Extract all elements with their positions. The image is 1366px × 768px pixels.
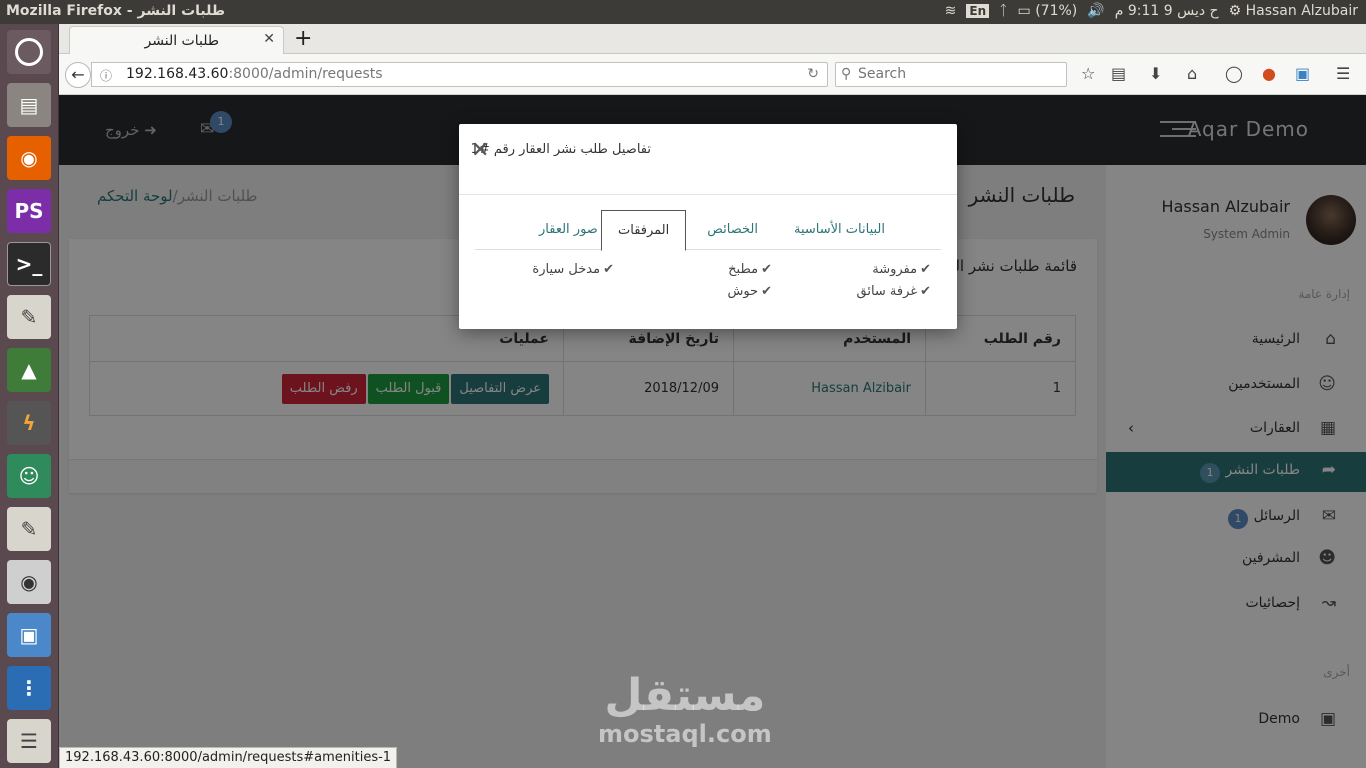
files-icon[interactable]: ▤ (7, 83, 51, 127)
new-tab-icon[interactable]: + (294, 26, 312, 51)
gear-icon: ⚙ (1228, 3, 1242, 19)
amenity-item: حوش ✔ (727, 284, 772, 299)
modal-tabs: البيانات الأساسية الخصائص المرفقات صور ا… (475, 210, 941, 251)
modal-divider (459, 194, 957, 195)
game-icon[interactable]: ☺ (7, 454, 51, 498)
home-icon[interactable]: ⌂ (1187, 64, 1197, 83)
check-icon: ✔ (761, 262, 772, 277)
ubuntu-dash-icon[interactable] (7, 30, 51, 74)
close-icon[interactable]: ✕ (471, 138, 489, 163)
flash-icon[interactable]: ϟ (7, 401, 51, 445)
android-studio-icon[interactable]: ▲ (7, 348, 51, 392)
os-top-panel: Mozilla Firefox - طلبات النشر ≋ En ᛏ ▭ (… (0, 0, 1366, 24)
browser-tab[interactable]: طلبات النشر ✕ (69, 26, 284, 54)
back-arrow-icon[interactable]: ← (65, 62, 91, 88)
check-icon: ✔ (761, 284, 772, 299)
reading-list-icon[interactable]: ▤ (1111, 64, 1126, 83)
tab-features[interactable]: الخصائص (691, 210, 774, 250)
text-editor-icon[interactable]: ✎ (7, 295, 51, 339)
volume-icon[interactable]: 🔊 (1087, 3, 1104, 19)
search-bar[interactable]: ⚲ (835, 62, 1067, 87)
browser-navigation-bar: ← ⓘ 192.168.43.60:8000/admin/requests ↻ … (59, 54, 1366, 95)
status-bar-url: 192.168.43.60:8000/admin/requests#amenit… (59, 747, 398, 768)
virtualbox-icon[interactable]: ▣ (7, 613, 51, 657)
site-info-icon[interactable]: ⓘ (100, 67, 112, 84)
url-text: 192.168.43.60:8000/admin/requests (126, 66, 383, 82)
wifi-icon[interactable]: ≋ (945, 3, 957, 19)
firefox-icon[interactable]: ◉ (7, 136, 51, 180)
battery-icon: ▭ (1017, 3, 1031, 19)
vscode-icon[interactable]: ⋮ (7, 666, 51, 710)
stack-icon[interactable]: ☰ (7, 719, 51, 763)
session-indicator[interactable]: ⚙ Hassan Alzubair (1229, 3, 1358, 19)
screenshot-icon[interactable]: ▣ (1295, 64, 1310, 83)
amenity-item: غرفة سائق ✔ (856, 284, 931, 299)
bookmark-star-icon[interactable]: ☆ (1081, 64, 1095, 83)
hamburger-menu-icon[interactable]: ☰ (1336, 64, 1350, 83)
check-icon: ✔ (603, 262, 614, 277)
keyboard-layout-indicator[interactable]: En (966, 4, 990, 18)
check-icon: ✔ (920, 284, 931, 299)
unity-launcher: ▤ ◉ PS >_ ✎ ▲ ϟ ☺ ✎ ◉ ▣ ⋮ ☰ (0, 24, 59, 768)
amenity-item: مطبخ ✔ (728, 262, 772, 277)
reload-icon[interactable]: ↻ (807, 66, 819, 82)
window-title: Mozilla Firefox - طلبات النشر (6, 3, 226, 19)
camera-icon[interactable]: ◉ (7, 560, 51, 604)
clock[interactable]: ح ديس 9 9:11 م (1115, 3, 1219, 19)
request-details-modal: تفاصيل طلب نشر العقار رقم #1 ✕ البيانات … (459, 124, 957, 329)
battery-indicator[interactable]: ▭ (71%) (1018, 3, 1078, 19)
phpstorm-icon[interactable]: PS (7, 189, 51, 233)
watermark-arabic: مستقل (604, 670, 766, 721)
tab-property-photos[interactable]: صور العقار (523, 210, 614, 250)
terminal-icon[interactable]: >_ (7, 242, 51, 286)
search-icon: ⚲ (841, 66, 852, 82)
search-input[interactable] (858, 66, 1058, 82)
amenity-item: مدخل سيارة ✔ (532, 262, 614, 277)
watermark: مستقل mostaql.com (598, 670, 772, 749)
pocket-icon[interactable]: ◯ (1225, 64, 1243, 83)
notes-icon[interactable]: ✎ (7, 507, 51, 551)
url-bar[interactable]: ⓘ 192.168.43.60:8000/admin/requests ↻ (91, 62, 828, 87)
check-icon: ✔ (920, 262, 931, 277)
modal-title: تفاصيل طلب نشر العقار رقم #1 (470, 142, 651, 157)
system-tray: ≋ En ᛏ ▭ (71%) 🔊 ح ديس 9 9:11 م ⚙ Hassan… (945, 3, 1358, 19)
bluetooth-icon[interactable]: ᛏ (999, 3, 1007, 19)
watermark-latin: mostaql.com (598, 720, 772, 748)
browser-tab-strip: طلبات النشر ✕ + (59, 24, 1366, 54)
close-tab-icon[interactable]: ✕ (263, 31, 275, 47)
tab-basic-info[interactable]: البيانات الأساسية (778, 210, 901, 250)
download-icon[interactable]: ⬇ (1149, 64, 1162, 83)
extension-icon[interactable]: ● (1262, 64, 1276, 83)
amenity-item: مفروشة ✔ (872, 262, 931, 277)
tab-title: طلبات النشر (144, 33, 220, 49)
